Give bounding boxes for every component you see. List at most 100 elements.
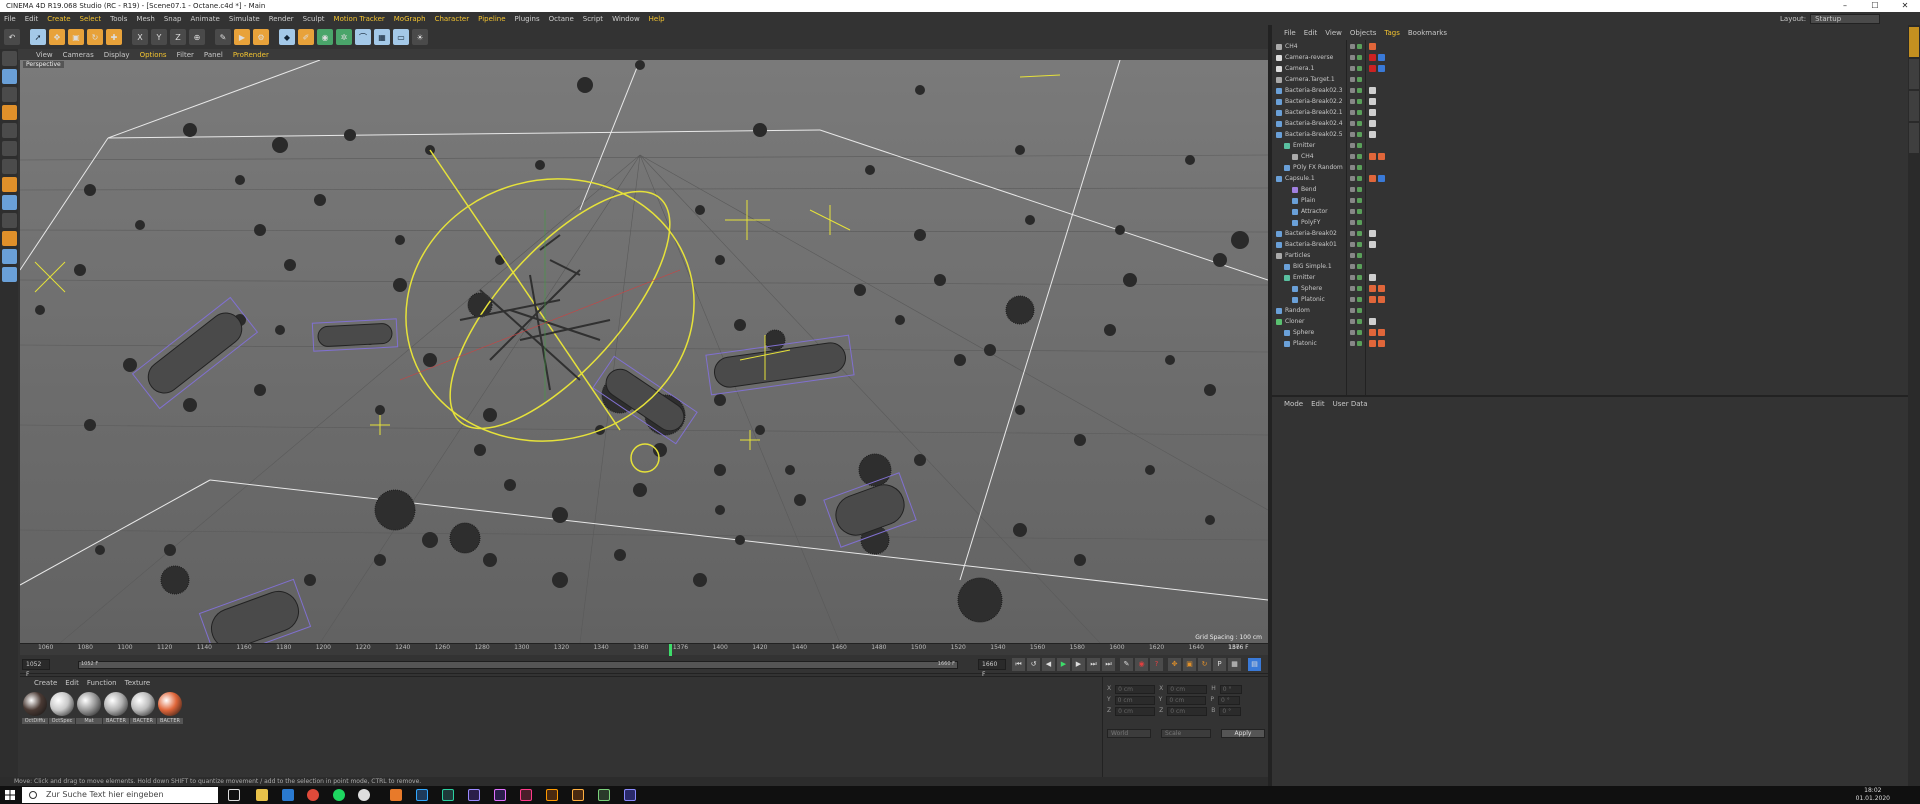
end-frame-field[interactable]: 1660 F xyxy=(978,659,1006,678)
audition-icon[interactable] xyxy=(442,789,454,801)
render-toggle[interactable] xyxy=(1357,253,1362,258)
object-tag-icon[interactable] xyxy=(1369,175,1376,182)
tweak-mode-icon[interactable] xyxy=(2,177,17,192)
visibility-toggle[interactable] xyxy=(1350,319,1355,324)
render-toggle[interactable] xyxy=(1357,55,1362,60)
z-axis-icon[interactable]: Z xyxy=(170,29,186,45)
visibility-toggle[interactable] xyxy=(1350,264,1355,269)
object-name[interactable]: Emitter xyxy=(1293,140,1315,151)
size-mode-dropdown[interactable]: Scale xyxy=(1161,729,1211,738)
render-toggle[interactable] xyxy=(1357,286,1362,291)
pen-icon[interactable]: ✐ xyxy=(298,29,314,45)
render-toggle[interactable] xyxy=(1357,330,1362,335)
object-row[interactable]: Bacteria-Break02.2 xyxy=(1272,96,1908,107)
object-tag-icon[interactable] xyxy=(1369,296,1376,303)
rotation-field[interactable]: 0 ° xyxy=(1219,685,1242,694)
menu-animate[interactable]: Animate xyxy=(190,15,219,23)
menu-help[interactable]: Help xyxy=(649,15,665,23)
attribute-menu-user-data[interactable]: User Data xyxy=(1333,400,1368,408)
object-row[interactable]: Bacteria-Break02.1 xyxy=(1272,107,1908,118)
position-field[interactable]: 0 cm xyxy=(1115,685,1156,694)
render-toggle[interactable] xyxy=(1357,297,1362,302)
object-row[interactable]: Cloner xyxy=(1272,316,1908,327)
side-tab-structure[interactable] xyxy=(1909,91,1919,121)
object-name[interactable]: Platonic xyxy=(1301,294,1325,305)
material-swatch[interactable] xyxy=(77,692,101,716)
object-tag-icon[interactable] xyxy=(1369,274,1376,281)
visibility-toggle[interactable] xyxy=(1350,253,1355,258)
play-icon[interactable]: ▶ xyxy=(1057,658,1070,671)
menu-character[interactable]: Character xyxy=(435,15,470,23)
object-tag-icon[interactable] xyxy=(1378,285,1385,292)
object-menu-view[interactable]: View xyxy=(1325,29,1342,37)
visibility-toggle[interactable] xyxy=(1350,121,1355,126)
autokey-icon[interactable]: ◉ xyxy=(1135,658,1148,671)
object-name[interactable]: Bacteria-Break02.2 xyxy=(1285,96,1343,107)
viewport-menu-prorender[interactable]: ProRender xyxy=(233,51,269,59)
timeline-ruler[interactable]: 1060 1080 1100 1120 1140 1160 1180 1200 1220 1240… xyxy=(20,643,1268,656)
object-name[interactable]: Capsule.1 xyxy=(1285,173,1315,184)
close-button[interactable]: ✕ xyxy=(1890,0,1920,12)
frame-range-slider[interactable]: 1052 F 1660 F xyxy=(78,661,958,669)
select-tool-icon[interactable]: ➚ xyxy=(30,29,46,45)
object-name[interactable]: Camera.Target.1 xyxy=(1285,74,1335,85)
rotation-field[interactable]: 0 ° xyxy=(1217,696,1240,705)
object-tag-icon[interactable] xyxy=(1369,54,1376,61)
object-tag-icon[interactable] xyxy=(1369,340,1376,347)
object-row[interactable]: Camera.Target.1 xyxy=(1272,74,1908,85)
menu-motion-tracker[interactable]: Motion Tracker xyxy=(334,15,385,23)
y-axis-icon[interactable]: Y xyxy=(151,29,167,45)
object-name[interactable]: Attractor xyxy=(1301,206,1328,217)
rotate-tool-icon[interactable]: ↻ xyxy=(87,29,103,45)
object-tag-icon[interactable] xyxy=(1369,318,1376,325)
chrome-icon[interactable] xyxy=(307,789,319,801)
after-effects-icon[interactable] xyxy=(468,789,480,801)
object-row[interactable]: Sphere xyxy=(1272,327,1908,338)
visibility-toggle[interactable] xyxy=(1350,242,1355,247)
object-name[interactable]: POly FX Random xyxy=(1293,162,1343,173)
cube-icon[interactable]: ◆ xyxy=(279,29,295,45)
position-field[interactable]: 0 cm xyxy=(1115,707,1156,716)
menu-edit[interactable]: Edit xyxy=(25,15,39,23)
coord-mode-dropdown[interactable]: World xyxy=(1107,729,1151,738)
visibility-toggle[interactable] xyxy=(1350,187,1355,192)
scale-tool-icon[interactable]: ▣ xyxy=(68,29,84,45)
object-row[interactable]: CH4 xyxy=(1272,151,1908,162)
task-view-icon[interactable] xyxy=(228,789,240,801)
render-toggle[interactable] xyxy=(1357,88,1362,93)
object-row[interactable]: Particles xyxy=(1272,250,1908,261)
cinema4d-taskbar-icon[interactable] xyxy=(624,789,636,801)
taskbar-search-input[interactable]: Zur Suche Text hier eingeben xyxy=(22,787,218,803)
object-tag-icon[interactable] xyxy=(1369,131,1376,138)
viewport-menu-display[interactable]: Display xyxy=(104,51,130,59)
render-toggle[interactable] xyxy=(1357,77,1362,82)
render-toggle[interactable] xyxy=(1357,198,1362,203)
material-swatch[interactable] xyxy=(158,692,182,716)
object-name[interactable]: Cloner xyxy=(1285,316,1305,327)
key-param-icon[interactable]: P xyxy=(1213,658,1226,671)
coord-system-icon[interactable]: ⊕ xyxy=(189,29,205,45)
render-toggle[interactable] xyxy=(1357,275,1362,280)
object-row[interactable]: CH4 xyxy=(1272,41,1908,52)
material-swatch[interactable] xyxy=(23,692,47,716)
object-menu-bookmarks[interactable]: Bookmarks xyxy=(1408,29,1447,37)
visibility-toggle[interactable] xyxy=(1350,275,1355,280)
rotation-field[interactable]: 0 ° xyxy=(1219,707,1242,716)
object-row[interactable]: Bacteria-Break02.3 xyxy=(1272,85,1908,96)
menu-render[interactable]: Render xyxy=(269,15,294,23)
render-toggle[interactable] xyxy=(1357,220,1362,225)
undo-icon[interactable]: ↶ xyxy=(4,29,20,45)
render-toggle[interactable] xyxy=(1357,99,1362,104)
size-field[interactable]: 0 cm xyxy=(1167,685,1208,694)
side-tab-layers[interactable] xyxy=(1909,123,1919,153)
object-row[interactable]: Emitter xyxy=(1272,140,1908,151)
visibility-toggle[interactable] xyxy=(1350,286,1355,291)
visibility-toggle[interactable] xyxy=(1350,176,1355,181)
object-row[interactable]: Camera-reverse xyxy=(1272,52,1908,63)
object-name[interactable]: PolyFY xyxy=(1301,217,1320,228)
object-name[interactable]: Sphere xyxy=(1293,327,1314,338)
object-name[interactable]: Particles xyxy=(1285,250,1310,261)
object-tag-icon[interactable] xyxy=(1369,43,1376,50)
illustrator-icon[interactable] xyxy=(546,789,558,801)
object-tag-icon[interactable] xyxy=(1378,153,1385,160)
